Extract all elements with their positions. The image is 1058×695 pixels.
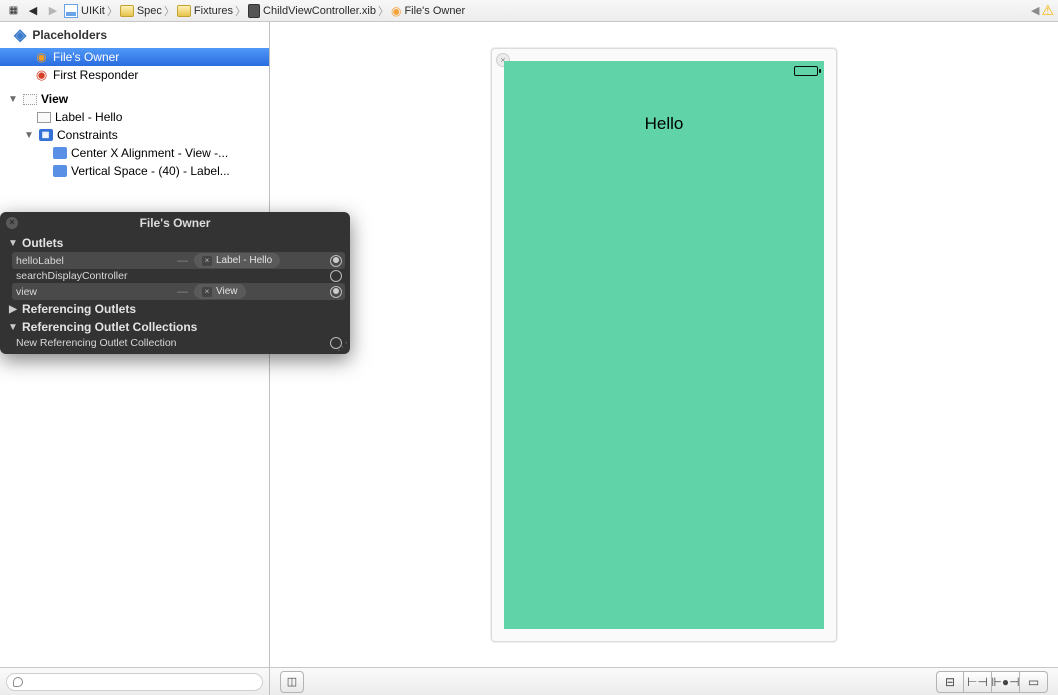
- disclosure-triangle[interactable]: [8, 304, 18, 315]
- outlets-section-header[interactable]: Outlets: [0, 234, 350, 252]
- chevron-right-icon: 〉: [235, 3, 246, 19]
- document-outline: ◈ Placeholders ◉ File's Owner ◉ First Re…: [0, 22, 270, 667]
- filter-icon: [13, 677, 23, 687]
- folder-icon: [120, 5, 134, 17]
- breadcrumb-label: Fixtures: [194, 5, 233, 17]
- section-label: Referencing Outlets: [22, 302, 136, 316]
- chevron-right-icon: 〉: [378, 3, 389, 19]
- outlet-name: searchDisplayController: [16, 270, 171, 282]
- outlet-name: view: [16, 286, 171, 298]
- disconnect-icon[interactable]: ×: [202, 287, 212, 297]
- breadcrumb: ▦ ◀ ▶ UIKit 〉 Spec 〉 Fixtures 〉 ChildVie…: [0, 0, 1058, 22]
- popover-title: File's Owner: [140, 216, 211, 230]
- prev-issue-button[interactable]: ◀: [1031, 4, 1039, 17]
- outline-label: Label - Hello: [55, 110, 122, 124]
- breadcrumb-item[interactable]: ChildViewController.xib: [248, 4, 376, 18]
- referencing-collections-header[interactable]: Referencing Outlet Collections: [0, 318, 350, 336]
- breadcrumb-label: UIKit: [81, 5, 105, 17]
- warning-icon[interactable]: ⚠: [1041, 2, 1054, 19]
- placeholders-header[interactable]: ◈ Placeholders: [0, 22, 269, 48]
- referencing-outlets-header[interactable]: Referencing Outlets: [0, 300, 350, 318]
- outline-filter-field[interactable]: [6, 673, 263, 691]
- forward-button[interactable]: ▶: [44, 4, 62, 18]
- breadcrumb-item[interactable]: UIKit: [64, 4, 105, 18]
- outline-label: File's Owner: [53, 50, 119, 64]
- breadcrumb-label: Spec: [137, 5, 162, 17]
- back-button[interactable]: ◀: [24, 4, 42, 18]
- cube-icon: ◉: [391, 4, 401, 18]
- outline-item-label[interactable]: Label - Hello: [0, 108, 269, 126]
- outline-item-constraint-vspace[interactable]: Vertical Space - (40) - Label...: [0, 162, 269, 180]
- outline-item-constraints[interactable]: ▦ Constraints: [0, 126, 269, 144]
- hello-label[interactable]: Hello: [504, 114, 824, 134]
- section-label: Referencing Outlet Collections: [22, 320, 197, 334]
- disclosure-triangle[interactable]: [8, 238, 18, 249]
- outline-item-first-responder[interactable]: ◉ First Responder: [0, 66, 269, 84]
- outline-item-constraint-centerx[interactable]: Center X Alignment - View -...: [0, 144, 269, 162]
- related-items-icon[interactable]: ▦: [4, 4, 22, 18]
- connection-port[interactable]: [330, 270, 342, 282]
- connection-target: View: [216, 286, 238, 297]
- xib-file-icon: [248, 4, 260, 18]
- interface-builder-canvas[interactable]: × Hello: [270, 22, 1058, 667]
- disconnect-icon[interactable]: ×: [202, 256, 212, 266]
- outline-label: Constraints: [57, 128, 118, 142]
- breadcrumb-item[interactable]: Spec: [120, 5, 162, 17]
- connection-pill[interactable]: × View: [194, 284, 246, 299]
- outline-label: Vertical Space - (40) - Label...: [71, 164, 230, 178]
- first-responder-icon: ◉: [34, 69, 49, 82]
- disclosure-triangle[interactable]: [24, 130, 34, 141]
- placeholders-title: Placeholders: [32, 28, 107, 42]
- disclosure-triangle[interactable]: [8, 94, 18, 105]
- constraints-icon: ▦: [39, 129, 53, 141]
- resizing-button[interactable]: ▭: [1020, 671, 1048, 693]
- resize-grip-icon[interactable]: ⋰: [337, 340, 348, 353]
- pin-button[interactable]: ⊢⊣: [964, 671, 992, 693]
- toggle-outline-button[interactable]: ◫: [280, 671, 304, 693]
- constraint-icon: [53, 165, 67, 177]
- outlet-name: New Referencing Outlet Collection: [16, 337, 324, 349]
- folder-icon: [177, 5, 191, 17]
- battery-icon: [794, 66, 818, 76]
- outline-item-files-owner[interactable]: ◉ File's Owner: [0, 48, 269, 66]
- chevron-right-icon: 〉: [107, 3, 118, 19]
- outlet-row-view[interactable]: view — × View: [12, 283, 345, 300]
- status-bar: [504, 61, 824, 81]
- root-view[interactable]: Hello: [504, 61, 824, 629]
- outline-label: View: [41, 92, 68, 106]
- breadcrumb-item[interactable]: ◉ File's Owner: [391, 4, 465, 18]
- connection-pill[interactable]: × Label - Hello: [194, 253, 280, 268]
- disclosure-triangle[interactable]: [8, 322, 18, 333]
- outlet-row-new-collection[interactable]: New Referencing Outlet Collection: [0, 336, 350, 350]
- resolve-issues-button[interactable]: ⊩●⊣: [992, 671, 1020, 693]
- constraint-tools: ⊟ ⊢⊣ ⊩●⊣ ▭: [936, 671, 1048, 693]
- view-icon: [23, 94, 37, 105]
- align-button[interactable]: ⊟: [936, 671, 964, 693]
- outline-label: First Responder: [53, 68, 138, 82]
- constraint-icon: [53, 147, 67, 159]
- placeholders-icon: ◈: [14, 25, 26, 45]
- connection-target: Label - Hello: [216, 255, 272, 266]
- breadcrumb-label: File's Owner: [404, 5, 465, 17]
- connection-port[interactable]: [330, 286, 342, 298]
- connections-popover: × File's Owner Outlets helloLabel — × La…: [0, 212, 350, 354]
- close-button[interactable]: ×: [6, 217, 18, 229]
- outlet-row-searchdisplaycontroller[interactable]: searchDisplayController: [0, 269, 350, 283]
- bottom-toolbar: ◫ ⊟ ⊢⊣ ⊩●⊣ ▭: [0, 667, 1058, 695]
- project-icon: [64, 4, 78, 18]
- outline-label: Center X Alignment - View -...: [71, 146, 228, 160]
- breadcrumb-item[interactable]: Fixtures: [177, 5, 233, 17]
- chevron-right-icon: 〉: [164, 3, 175, 19]
- label-icon: [37, 112, 51, 123]
- outlet-row-hellolabel[interactable]: helloLabel — × Label - Hello: [12, 252, 345, 269]
- breadcrumb-label: ChildViewController.xib: [263, 5, 376, 17]
- cube-icon: ◉: [34, 51, 49, 64]
- outline-item-view[interactable]: View: [0, 90, 269, 108]
- outlet-name: helloLabel: [16, 255, 171, 267]
- scene-frame[interactable]: × Hello: [491, 48, 837, 642]
- section-label: Outlets: [22, 236, 63, 250]
- connection-port[interactable]: [330, 255, 342, 267]
